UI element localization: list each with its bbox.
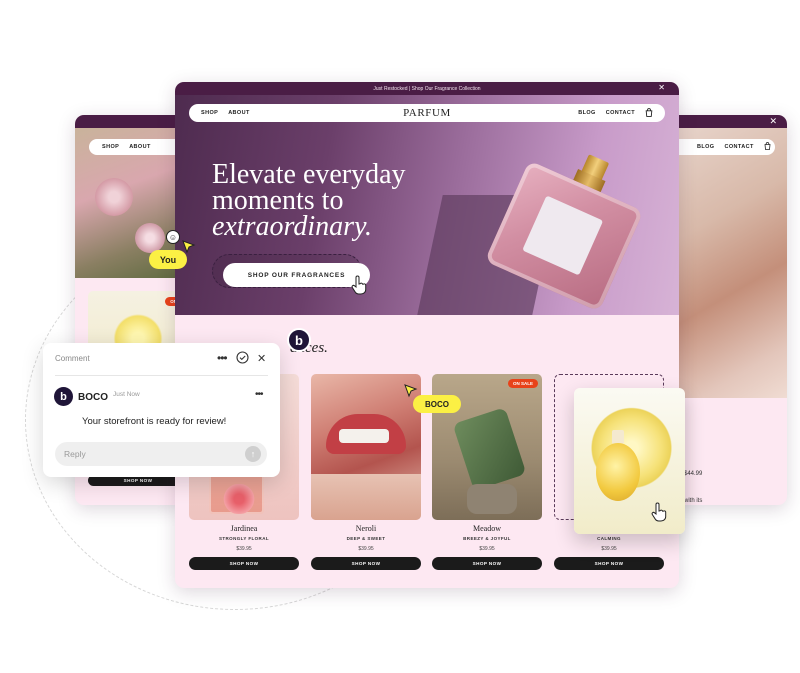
nav-contact-link[interactable]: CONTACT bbox=[606, 110, 635, 116]
hero-headline: Elevate everyday moments to extraordinar… bbox=[212, 161, 406, 242]
comment-author-avatar: b bbox=[54, 387, 73, 406]
right-window-price: $44.99 bbox=[684, 471, 703, 477]
announcement-bar: Just Restocked | Shop Our Fragrance Coll… bbox=[175, 82, 679, 95]
shop-our-fragrances-button[interactable]: SHOP OUR FRAGRANCES bbox=[223, 263, 370, 287]
cart-icon[interactable] bbox=[645, 107, 653, 119]
product-name-neroli[interactable]: Neroli bbox=[311, 524, 421, 533]
product-price-meadow: $39.95 bbox=[479, 546, 495, 552]
more-icon[interactable]: ••• bbox=[255, 389, 263, 400]
nav-about-link[interactable]: ABOUT bbox=[228, 110, 250, 116]
dragged-product-card[interactable] bbox=[574, 388, 685, 534]
boco-avatar[interactable]: b bbox=[287, 328, 311, 352]
shop-now-button-meadow[interactable]: SHOP NOW bbox=[432, 557, 542, 570]
check-circle-icon[interactable] bbox=[236, 351, 249, 369]
send-icon[interactable]: ↑ bbox=[245, 446, 261, 462]
product-desc-calming: CALMING bbox=[597, 536, 621, 541]
right-window-hero-image bbox=[665, 128, 787, 398]
comment-divider bbox=[55, 375, 268, 376]
left-window-topbar bbox=[75, 115, 185, 128]
boco-cursor-label: BOCO bbox=[413, 395, 461, 413]
smiley-icon: ☺ bbox=[166, 230, 180, 244]
brand-logo[interactable]: PARFUM bbox=[403, 107, 451, 119]
comment-panel: Comment ••• ✕ b BOCO Just Now ••• Your s… bbox=[43, 343, 280, 477]
on-sale-badge: ON SALE bbox=[508, 379, 539, 388]
cursor-arrow-icon bbox=[182, 240, 196, 259]
shop-now-button-calming[interactable]: SHOP NOW bbox=[554, 557, 664, 570]
product-desc-neroli: DEEP & SWEET bbox=[346, 536, 386, 541]
right-window-close-icon[interactable]: ✕ bbox=[769, 116, 777, 127]
announcement-close-icon[interactable]: ✕ bbox=[658, 83, 665, 92]
nav-about-link[interactable]: ABOUT bbox=[129, 144, 151, 150]
hand-pointer-icon bbox=[350, 275, 368, 300]
right-window-topbar: ✕ bbox=[665, 115, 787, 128]
announcement-text[interactable]: Just Restocked | Shop Our Fragrance Coll… bbox=[373, 86, 480, 92]
cart-icon[interactable] bbox=[764, 142, 771, 152]
product-name-meadow[interactable]: Meadow bbox=[432, 524, 542, 533]
comment-author-name: BOCO bbox=[78, 392, 108, 403]
hero-headline-line3: extraordinary. bbox=[212, 211, 372, 242]
right-window-snippet: with its bbox=[684, 498, 703, 504]
comment-timestamp: Just Now bbox=[113, 391, 140, 398]
close-icon[interactable]: ✕ bbox=[257, 352, 266, 365]
nav-blog-link[interactable]: BLOG bbox=[578, 110, 596, 116]
right-window-nav: BLOG CONTACT bbox=[665, 139, 775, 155]
product-price-calming: $39.95 bbox=[601, 546, 617, 552]
product-name-jardinea[interactable]: Jardinea bbox=[189, 524, 299, 533]
main-nav-bar: SHOP ABOUT PARFUM BLOG CONTACT bbox=[189, 104, 665, 122]
left-window-nav: SHOP ABOUT bbox=[89, 139, 185, 155]
nav-shop-link[interactable]: SHOP bbox=[102, 144, 119, 150]
nav-contact-link[interactable]: CONTACT bbox=[725, 144, 754, 150]
reply-input[interactable]: Reply ↑ bbox=[55, 442, 267, 466]
nav-shop-link[interactable]: SHOP bbox=[201, 110, 218, 116]
product-price-neroli: $39.95 bbox=[358, 546, 374, 552]
more-icon[interactable]: ••• bbox=[217, 351, 228, 365]
product-desc-jardinea: STRONGLY FLORAL bbox=[218, 536, 269, 541]
shop-now-button-neroli[interactable]: SHOP NOW bbox=[311, 557, 421, 570]
product-price-jardinea: $39.95 bbox=[236, 546, 252, 552]
hand-pointer-icon bbox=[650, 502, 668, 527]
product-desc-meadow: BREEZY & JOYFUL bbox=[463, 536, 511, 541]
nav-blog-link[interactable]: BLOG bbox=[697, 144, 715, 150]
comment-message: Your storefront is ready for review! bbox=[82, 416, 227, 427]
reply-placeholder: Reply bbox=[64, 449, 86, 459]
comment-header-label: Comment bbox=[55, 354, 90, 363]
shop-now-button-jardinea[interactable]: SHOP NOW bbox=[189, 557, 299, 570]
